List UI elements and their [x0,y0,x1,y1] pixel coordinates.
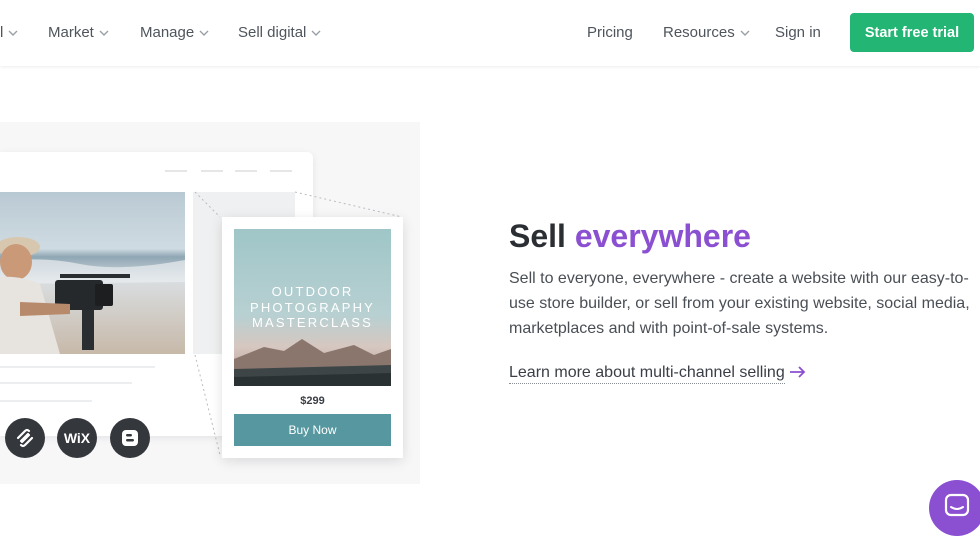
mockup-text-line [0,382,132,384]
nav-item-label: Resources [663,24,735,41]
buy-now-button[interactable]: Buy Now [234,414,391,446]
squarespace-icon [5,418,45,458]
mockup-text-line [0,400,92,402]
arrow-right-icon [789,365,807,384]
nav-item-market[interactable]: Market [48,24,109,41]
nav-item-sign-in[interactable]: Sign in [775,24,821,41]
nav-item-label: Manage [140,24,195,41]
chevron-down-icon [199,28,209,38]
wix-logo-text: WiX [63,430,91,446]
mockup-nav-dash [165,170,187,172]
nav-item-sell-digital[interactable]: Sell digital [238,24,321,41]
wix-icon: WiX [57,418,97,458]
heading-accent: everywhere [574,218,751,254]
mockup-nav-dash [270,170,292,172]
learn-more-label: Learn more about multi-channel selling [509,364,785,384]
chat-icon [944,493,970,524]
mockup-text-line [0,366,155,368]
nav-item-partial-label: l [0,24,4,41]
nav-item-manage[interactable]: Manage [140,24,209,41]
chat-launcher-button[interactable] [929,480,980,536]
nav-item-pricing[interactable]: Pricing [587,24,633,41]
learn-more-link[interactable]: Learn more about multi-channel selling [509,364,807,384]
mockup-nav-dash [235,170,257,172]
chevron-down-icon [8,28,18,38]
blogger-icon [110,418,150,458]
section-heading: Sell everywhere [509,218,751,255]
heading-plain: Sell [509,218,575,254]
nav-item-label: Sell digital [238,24,307,41]
nav-item-partial[interactable]: l [0,24,18,41]
product-poster: OUTDOOR PHOTOGRAPHY MASTERCLASS [234,229,391,386]
nav-item-label: Market [48,24,94,41]
photographer-photo [0,192,185,354]
top-navigation: l Market Manage Sell digital Pricing Res… [0,0,980,66]
product-card: OUTDOOR PHOTOGRAPHY MASTERCLASS $299 Buy… [222,217,403,458]
chevron-down-icon [311,28,321,38]
nav-item-label: Pricing [587,24,633,41]
chevron-down-icon [99,28,109,38]
section-description: Sell to everyone, everywhere - create a … [509,270,970,337]
nav-item-label: Sign in [775,24,821,41]
mockup-nav-dash [201,170,223,172]
nav-item-resources[interactable]: Resources [663,24,750,41]
poster-title: OUTDOOR PHOTOGRAPHY MASTERCLASS [249,284,376,330]
chevron-down-icon [740,28,750,38]
start-free-trial-button[interactable]: Start free trial [850,13,974,52]
product-price: $299 [300,395,325,407]
